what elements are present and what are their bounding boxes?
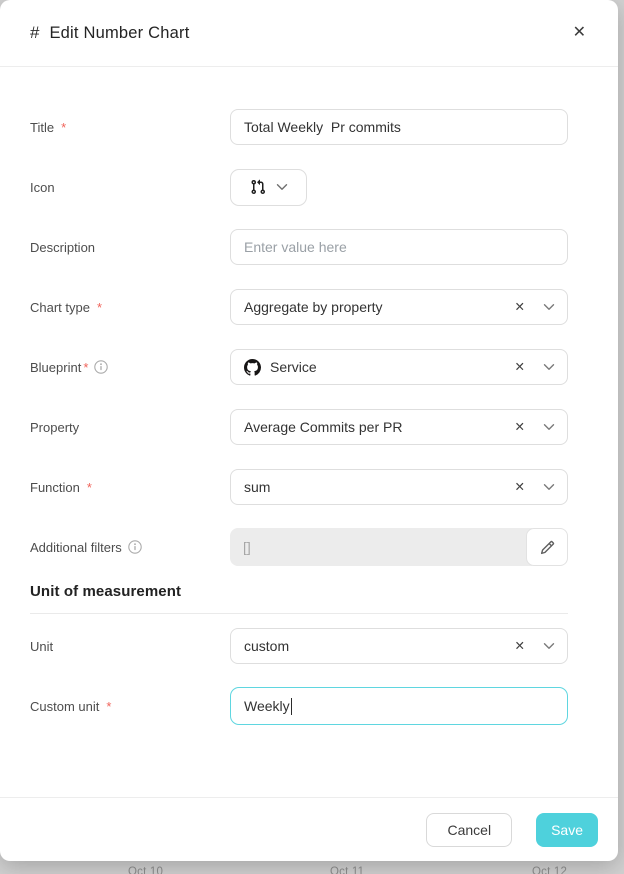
- chevron-down-icon: [276, 183, 288, 191]
- function-label-text: Function: [30, 480, 80, 495]
- custom-unit-input[interactable]: Weekly: [230, 687, 568, 725]
- title-label-text: Title: [30, 120, 54, 135]
- field-row-custom-unit: Custom unit * Weekly: [30, 676, 568, 736]
- additional-filters-label: Additional filters: [30, 540, 230, 555]
- chart-type-label: Chart type *: [30, 300, 230, 315]
- pencil-icon: [540, 540, 555, 555]
- property-label: Property: [30, 420, 230, 435]
- unit-section-header: Unit of measurement: [30, 583, 568, 614]
- modal-title: Edit Number Chart: [49, 24, 189, 43]
- title-input[interactable]: [230, 109, 568, 145]
- additional-filters-label-text: Additional filters: [30, 540, 122, 555]
- chevron-down-icon[interactable]: [543, 363, 555, 371]
- custom-unit-label-text: Custom unit: [30, 699, 99, 714]
- description-label-text: Description: [30, 240, 95, 255]
- hash-icon: #: [30, 23, 39, 43]
- field-row-title: Title *: [30, 97, 568, 157]
- field-row-function: Function * sum ✕: [30, 457, 568, 517]
- section-title: Unit of measurement: [30, 583, 568, 600]
- field-row-additional-filters: Additional filters []: [30, 517, 568, 577]
- clear-icon[interactable]: ✕: [511, 479, 529, 496]
- background-axis-label: Oct 11: [330, 866, 364, 874]
- clear-icon[interactable]: ✕: [511, 359, 529, 376]
- clear-icon[interactable]: ✕: [511, 419, 529, 436]
- edit-number-chart-modal: # Edit Number Chart ✕ Title * Icon: [0, 0, 618, 861]
- field-row-blueprint: Blueprint* Service ✕: [30, 337, 568, 397]
- property-select[interactable]: Average Commits per PR ✕: [230, 409, 568, 445]
- required-asterisk: *: [83, 360, 88, 375]
- text-caret: [291, 698, 293, 715]
- icon-label-text: Icon: [30, 180, 55, 195]
- chevron-down-icon[interactable]: [543, 303, 555, 311]
- chevron-down-icon[interactable]: [543, 483, 555, 491]
- modal-footer: Cancel Save: [0, 797, 618, 861]
- cancel-button[interactable]: Cancel: [426, 813, 512, 847]
- required-asterisk: *: [87, 480, 92, 495]
- custom-unit-value: Weekly: [244, 698, 290, 714]
- modal-body: Title * Icon: [0, 67, 618, 797]
- clear-icon[interactable]: ✕: [511, 638, 529, 655]
- chevron-down-icon[interactable]: [543, 423, 555, 431]
- chart-type-value: Aggregate by property: [244, 299, 511, 315]
- blueprint-value-text: Service: [270, 359, 317, 375]
- github-icon: [244, 359, 261, 376]
- chevron-down-icon[interactable]: [543, 642, 555, 650]
- unit-label: Unit: [30, 639, 230, 654]
- unit-select[interactable]: custom ✕: [230, 628, 568, 664]
- property-label-text: Property: [30, 420, 79, 435]
- property-value: Average Commits per PR: [244, 419, 511, 435]
- chart-type-label-text: Chart type: [30, 300, 90, 315]
- function-select[interactable]: sum ✕: [230, 469, 568, 505]
- field-row-icon: Icon: [30, 157, 568, 217]
- icon-label: Icon: [30, 180, 230, 195]
- blueprint-value: Service: [244, 359, 511, 376]
- field-row-property: Property Average Commits per PR ✕: [30, 397, 568, 457]
- clear-icon[interactable]: ✕: [511, 299, 529, 316]
- edit-filters-button[interactable]: [526, 528, 568, 566]
- blueprint-select[interactable]: Service ✕: [230, 349, 568, 385]
- field-row-unit: Unit custom ✕: [30, 616, 568, 676]
- required-asterisk: *: [97, 300, 102, 315]
- section-divider: [30, 613, 568, 614]
- close-button[interactable]: ✕: [569, 21, 590, 45]
- blueprint-label: Blueprint*: [30, 360, 230, 375]
- title-label: Title *: [30, 120, 230, 135]
- additional-filters-field: []: [230, 528, 568, 566]
- save-button[interactable]: Save: [536, 813, 598, 847]
- function-label: Function *: [30, 480, 230, 495]
- git-pull-request-icon: [250, 179, 266, 195]
- icon-dropdown[interactable]: [230, 169, 307, 206]
- modal-title-wrap: # Edit Number Chart: [30, 23, 190, 43]
- modal-header: # Edit Number Chart ✕: [0, 0, 618, 67]
- description-label: Description: [30, 240, 230, 255]
- background-axis-label: Oct 10: [128, 866, 163, 874]
- field-row-chart-type: Chart type * Aggregate by property ✕: [30, 277, 568, 337]
- custom-unit-label: Custom unit *: [30, 699, 230, 714]
- function-value: sum: [244, 479, 511, 495]
- blueprint-label-text: Blueprint: [30, 360, 81, 375]
- unit-value: custom: [244, 638, 511, 654]
- background-axis-label: Oct 12: [532, 866, 567, 874]
- info-icon[interactable]: [94, 360, 108, 374]
- description-input[interactable]: [230, 229, 568, 265]
- required-asterisk: *: [61, 120, 66, 135]
- info-icon[interactable]: [128, 540, 142, 554]
- chart-type-select[interactable]: Aggregate by property ✕: [230, 289, 568, 325]
- unit-label-text: Unit: [30, 639, 53, 654]
- additional-filters-value: []: [230, 528, 532, 566]
- field-row-description: Description: [30, 217, 568, 277]
- required-asterisk: *: [106, 699, 111, 714]
